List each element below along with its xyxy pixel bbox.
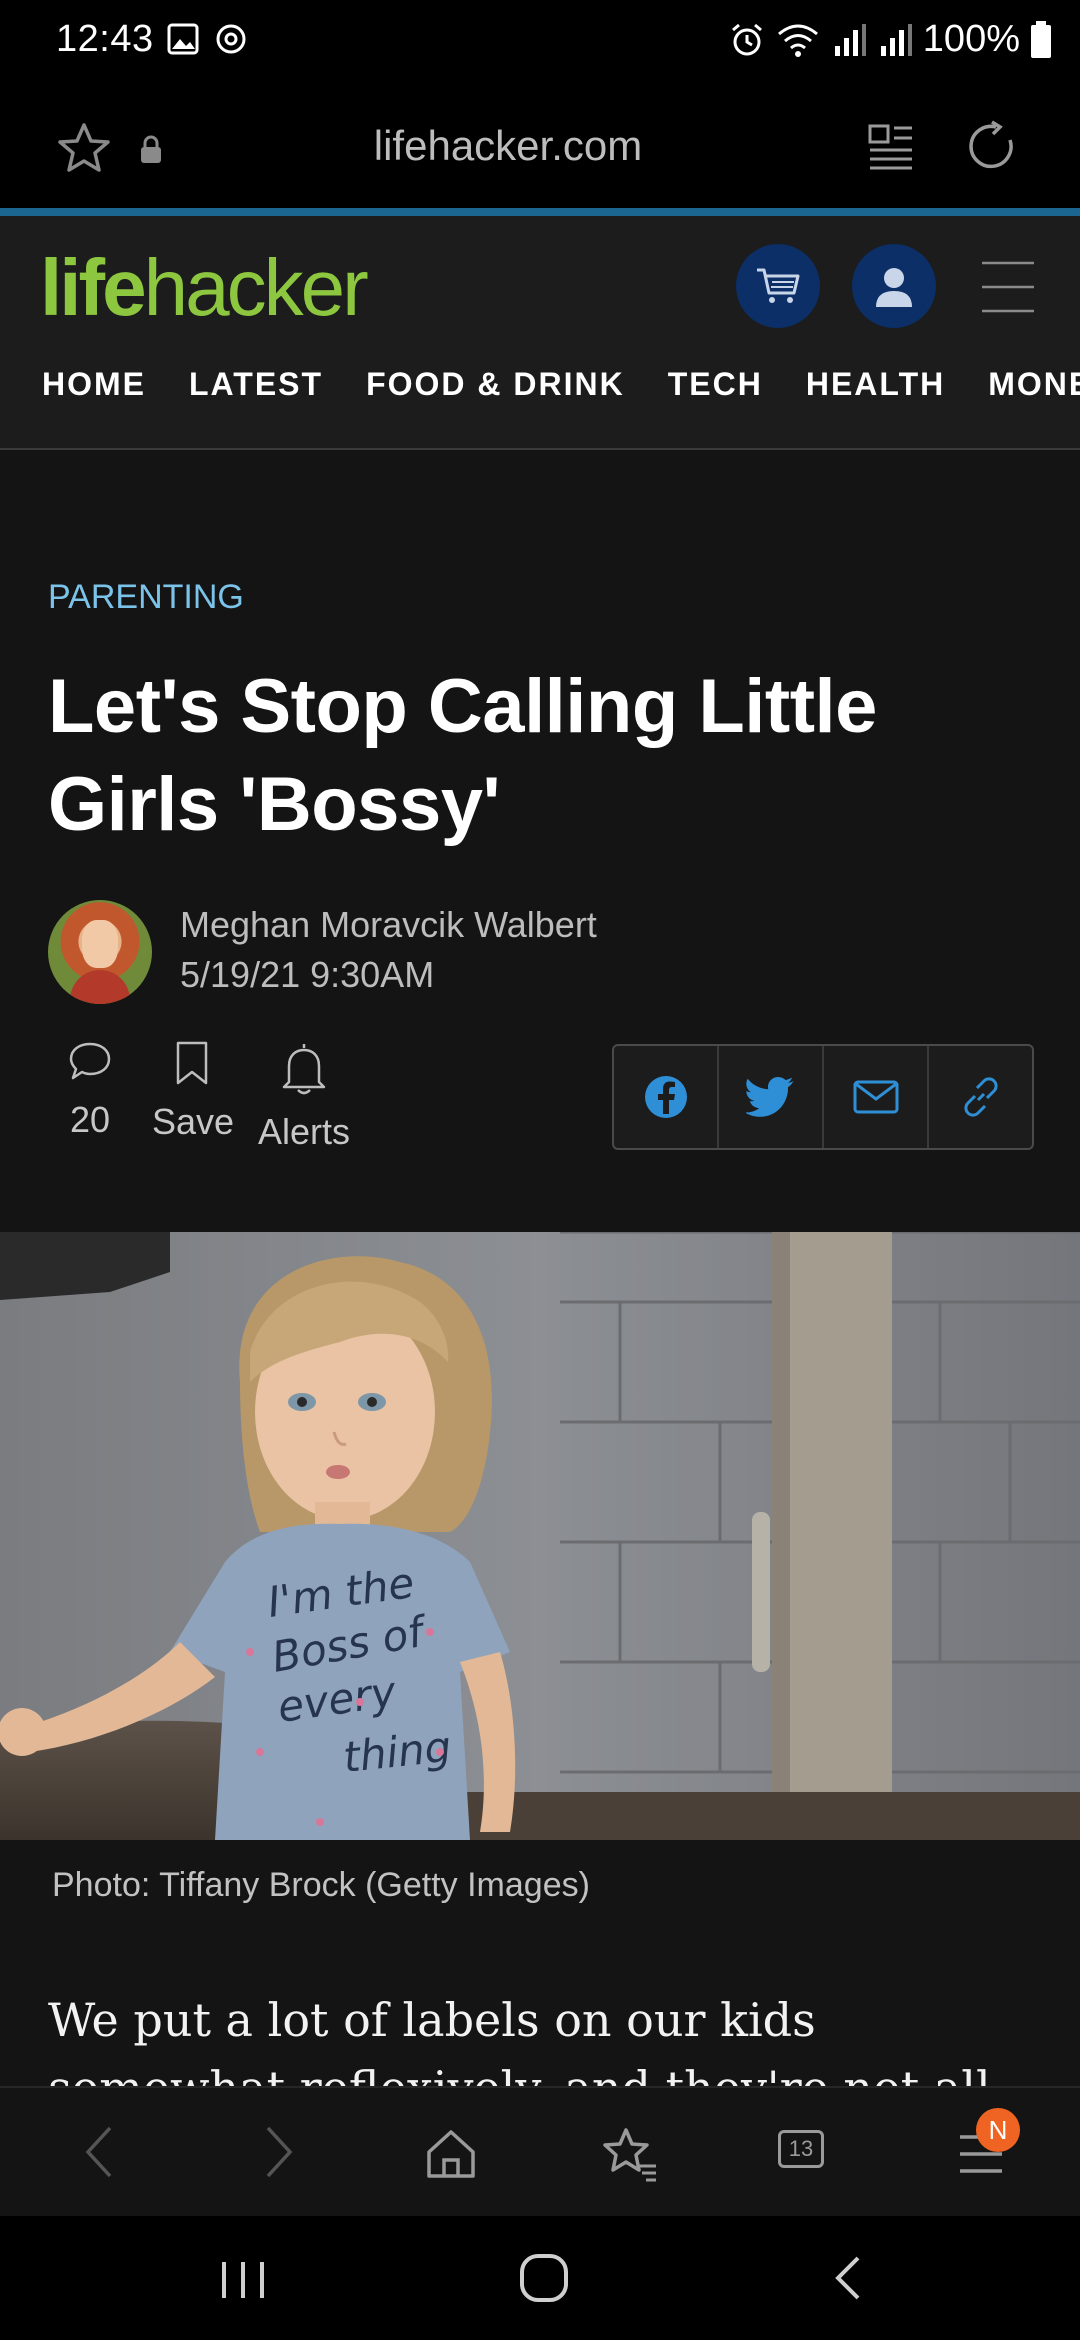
- site-header: lifehacker HOME LATEST FOOD & DRINK TECH…: [0, 216, 1080, 450]
- publish-date: 5/19/21 9:30AM: [180, 954, 435, 995]
- save-button[interactable]: Save: [152, 1040, 235, 1143]
- account-button[interactable]: [852, 244, 936, 328]
- wifi-icon: [777, 24, 818, 57]
- bookmark-icon: [176, 1041, 208, 1085]
- comments-button[interactable]: 20: [60, 1040, 120, 1141]
- article-headline: Let's Stop Calling Little Girls 'Bossy': [48, 664, 877, 847]
- reload-icon[interactable]: [966, 120, 1020, 174]
- bookmarks-icon[interactable]: [598, 2126, 658, 2182]
- status-time: 12:43: [56, 18, 154, 60]
- nav-tech[interactable]: TECH: [668, 366, 763, 403]
- article-hero-photo[interactable]: I'm the Boss of every thing: [0, 1232, 1080, 1840]
- reader-mode-icon[interactable]: [866, 122, 916, 172]
- hamburger-menu-icon[interactable]: [980, 260, 1036, 314]
- browser-bottom-bar: 13 N: [0, 2086, 1080, 2216]
- toddler-photo-illustration: I'm the Boss of every thing: [0, 1232, 1080, 1840]
- system-back-icon[interactable]: [830, 2254, 864, 2302]
- article-body-clip: We put a lot of labels on our kids somew…: [0, 1960, 1080, 2086]
- alerts-button[interactable]: Alerts: [254, 1040, 354, 1153]
- link-icon: [963, 1077, 998, 1117]
- cart-icon: [757, 268, 800, 303]
- forward-icon[interactable]: [260, 2124, 296, 2180]
- back-icon[interactable]: [82, 2124, 118, 2180]
- battery-icon: [1031, 20, 1051, 58]
- email-icon: [853, 1080, 898, 1114]
- share-email-button[interactable]: [824, 1046, 929, 1148]
- article-body: We put a lot of labels on our kids somew…: [48, 1993, 991, 2086]
- battery-level: 100%: [922, 18, 1020, 60]
- author-name[interactable]: Meghan Moravcik Walbert: [180, 904, 597, 946]
- share-facebook-button[interactable]: [614, 1046, 719, 1148]
- url-address[interactable]: lifehacker.com: [0, 122, 1016, 170]
- main-nav: HOME LATEST FOOD & DRINK TECH HEALTH MON…: [42, 366, 1080, 403]
- signal-icon-2: [880, 23, 912, 56]
- status-notification-icons: [166, 22, 248, 56]
- recent-apps-icon[interactable]: [218, 2258, 268, 2302]
- nav-health[interactable]: HEALTH: [806, 366, 945, 403]
- article-category[interactable]: PARENTING: [48, 578, 244, 617]
- gallery-icon: [167, 23, 199, 55]
- share-toolbar: [612, 1044, 1034, 1150]
- nav-home[interactable]: HOME: [42, 366, 146, 403]
- sync-icon: [216, 24, 246, 54]
- author-avatar[interactable]: [48, 900, 152, 1004]
- copy-link-button[interactable]: [929, 1046, 1032, 1148]
- comment-icon: [69, 1042, 111, 1080]
- bell-icon: [282, 1044, 326, 1095]
- browser-url-bar: lifehacker.com: [0, 82, 1080, 208]
- nav-latest[interactable]: LATEST: [189, 366, 323, 403]
- alarm-icon: [731, 23, 762, 55]
- nav-money[interactable]: MONEY: [988, 366, 1080, 403]
- home-icon[interactable]: [424, 2128, 478, 2180]
- lifehacker-logo[interactable]: lifehacker: [40, 242, 369, 334]
- status-bar: 12:43 100%: [0, 0, 1080, 82]
- save-label: Save: [152, 1101, 235, 1142]
- nav-food-drink[interactable]: FOOD & DRINK: [366, 366, 625, 403]
- tabs-button[interactable]: 13: [778, 2130, 824, 2168]
- system-navigation-bar: [0, 2216, 1080, 2340]
- photo-caption: Photo: Tiffany Brock (Getty Images): [52, 1866, 590, 1904]
- signal-icon: [834, 23, 866, 56]
- user-icon: [876, 268, 912, 307]
- menu-notification-badge: N: [976, 2108, 1020, 2152]
- status-right: 100%: [729, 18, 1052, 61]
- home-button-icon[interactable]: [518, 2252, 570, 2304]
- twitter-icon: [745, 1077, 794, 1117]
- facebook-icon: [644, 1076, 687, 1118]
- comments-count: 20: [69, 1099, 111, 1140]
- share-twitter-button[interactable]: [719, 1046, 824, 1148]
- accent-divider: [0, 208, 1080, 216]
- alerts-label: Alerts: [257, 1111, 351, 1152]
- cart-button[interactable]: [736, 244, 820, 328]
